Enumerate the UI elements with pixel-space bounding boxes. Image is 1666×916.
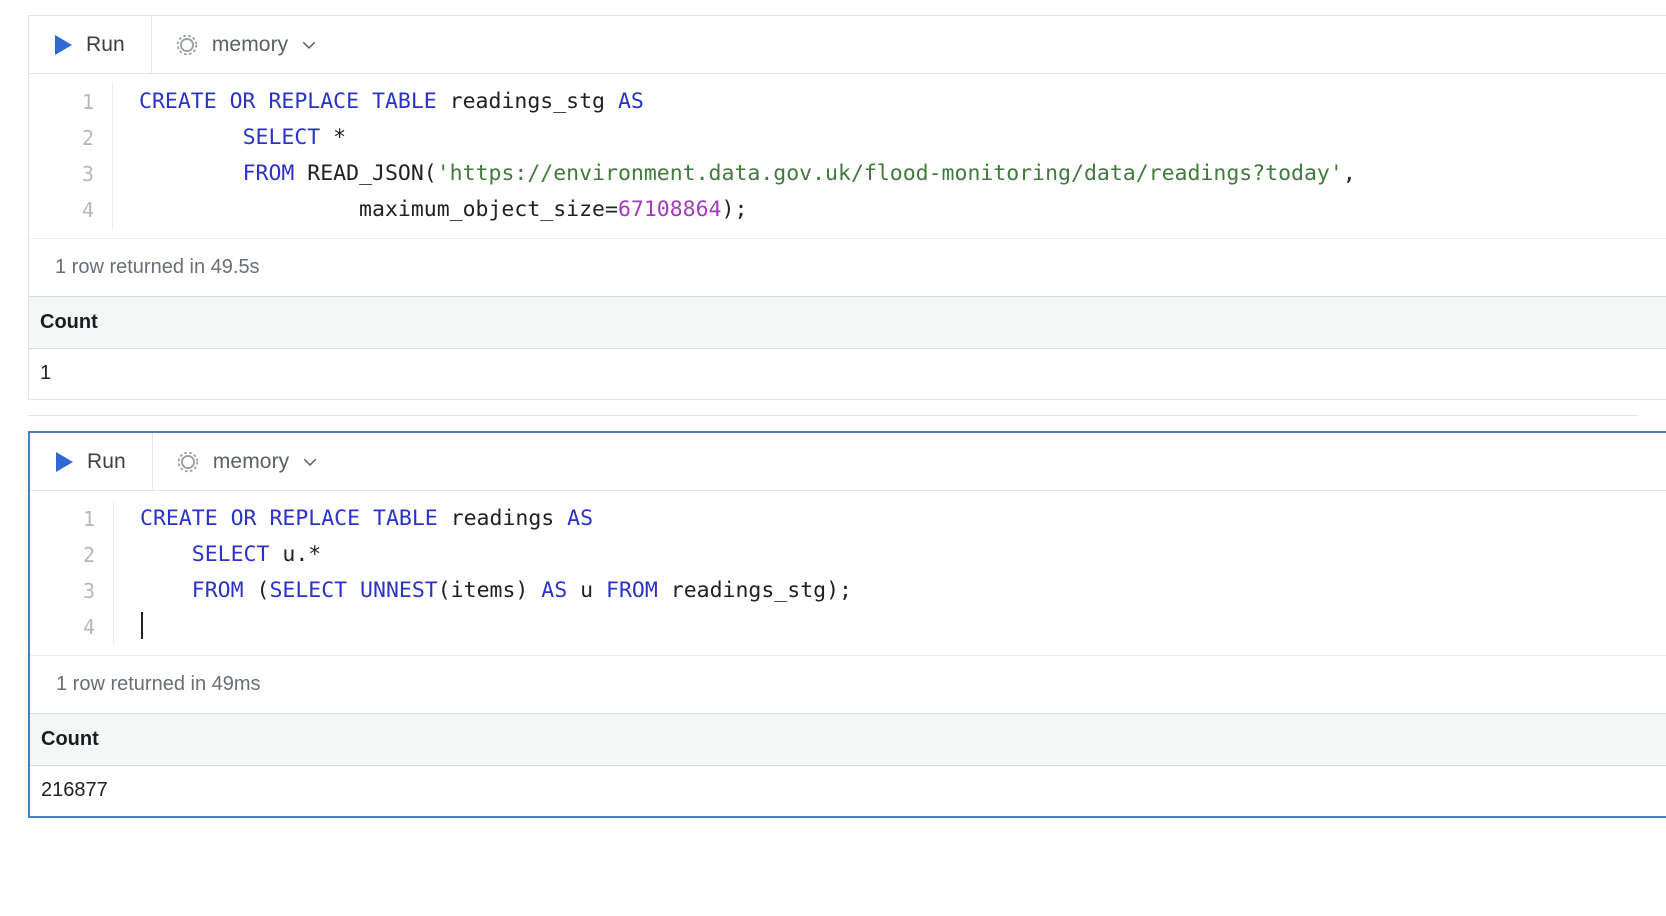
play-icon (56, 452, 73, 472)
line-number: 4 (29, 192, 94, 228)
database-selector[interactable]: memory (153, 433, 341, 490)
table-header-row: Count (29, 297, 1666, 349)
query-status-text: 1 row returned in 49.5s (29, 239, 1666, 297)
code-token (140, 542, 192, 567)
code-token (139, 161, 243, 186)
code-line (140, 609, 1666, 645)
code-token: CREATE OR REPLACE TABLE (139, 89, 437, 114)
code-line: FROM (SELECT UNNEST(items) AS u FROM rea… (140, 573, 1666, 609)
sql-editor[interactable]: 1234CREATE OR REPLACE TABLE readings AS … (30, 491, 1666, 656)
memory-database-icon (175, 449, 201, 475)
text-cursor (141, 612, 143, 639)
database-selector[interactable]: memory (152, 16, 340, 73)
code-token: ); (722, 197, 748, 222)
code-token: 67108864 (618, 197, 722, 222)
column-header[interactable]: Count (29, 297, 1666, 349)
line-number-gutter: 1234 (30, 501, 114, 645)
code-token: AS (567, 506, 593, 531)
database-selector-label: memory (212, 33, 288, 57)
code-token: readings_stg (437, 89, 618, 114)
code-token: readings_stg); (658, 578, 852, 603)
database-selector-label: memory (213, 450, 289, 474)
code-token: (items) (438, 578, 542, 603)
run-button[interactable]: Run (29, 16, 152, 73)
sql-editor[interactable]: 1234CREATE OR REPLACE TABLE readings_stg… (29, 74, 1666, 239)
code-token: ( (244, 578, 270, 603)
code-line: CREATE OR REPLACE TABLE readings AS (140, 501, 1666, 537)
query-status-text: 1 row returned in 49ms (30, 656, 1666, 714)
run-button-label: Run (86, 33, 125, 57)
code-token: 'https://environment.data.gov.uk/flood-m… (437, 161, 1343, 186)
result-table: Count216877 (30, 714, 1666, 816)
line-number: 3 (30, 573, 95, 609)
code-token (140, 578, 192, 603)
line-number-gutter: 1234 (29, 84, 113, 228)
code-token: readings (438, 506, 567, 531)
code-line: SELECT u.* (140, 537, 1666, 573)
code-token: READ_JSON( (294, 161, 436, 186)
spacer (0, 416, 1666, 431)
code-content[interactable]: CREATE OR REPLACE TABLE readings AS SELE… (114, 501, 1666, 645)
line-number: 1 (29, 84, 94, 120)
run-button[interactable]: Run (30, 433, 153, 490)
code-token: * (320, 125, 346, 150)
code-token: maximum_object_size= (139, 197, 618, 222)
code-line: SELECT * (139, 120, 1666, 156)
table-row: 216877 (30, 766, 1666, 817)
cell-toolbar: Run memory (29, 16, 1666, 74)
play-icon (55, 35, 72, 55)
code-token: SELECT UNNEST (269, 578, 437, 603)
code-token: , (1343, 161, 1356, 186)
line-number: 3 (29, 156, 94, 192)
column-header[interactable]: Count (30, 714, 1666, 766)
code-line: maximum_object_size=67108864); (139, 192, 1666, 228)
line-number: 2 (29, 120, 94, 156)
code-token: AS (541, 578, 567, 603)
memory-database-icon (174, 32, 200, 58)
code-token: u.* (269, 542, 321, 567)
table-cell: 216877 (30, 766, 1666, 817)
code-token: FROM (192, 578, 244, 603)
chevron-down-icon (300, 36, 318, 54)
table-cell: 1 (29, 349, 1666, 400)
code-token: SELECT (243, 125, 321, 150)
code-token (139, 125, 243, 150)
code-line: CREATE OR REPLACE TABLE readings_stg AS (139, 84, 1666, 120)
code-token: FROM (606, 578, 658, 603)
notebook-cell[interactable]: Runmemory1234CREATE OR REPLACE TABLE rea… (28, 431, 1666, 818)
notebook-cell[interactable]: Runmemory1234CREATE OR REPLACE TABLE rea… (28, 15, 1666, 400)
code-token: SELECT (192, 542, 270, 567)
result-table: Count1 (29, 297, 1666, 399)
code-token: CREATE OR REPLACE TABLE (140, 506, 438, 531)
sql-notebook: Runmemory1234CREATE OR REPLACE TABLE rea… (0, 0, 1666, 916)
line-number: 4 (30, 609, 95, 645)
code-token: AS (618, 89, 644, 114)
table-row: 1 (29, 349, 1666, 400)
run-button-label: Run (87, 450, 126, 474)
code-line: FROM READ_JSON('https://environment.data… (139, 156, 1666, 192)
line-number: 2 (30, 537, 95, 573)
code-token: u (567, 578, 606, 603)
line-number: 1 (30, 501, 95, 537)
chevron-down-icon (301, 453, 319, 471)
code-token: FROM (243, 161, 295, 186)
cell-toolbar: Run memory (30, 433, 1666, 491)
table-header-row: Count (30, 714, 1666, 766)
code-content[interactable]: CREATE OR REPLACE TABLE readings_stg AS … (113, 84, 1666, 228)
